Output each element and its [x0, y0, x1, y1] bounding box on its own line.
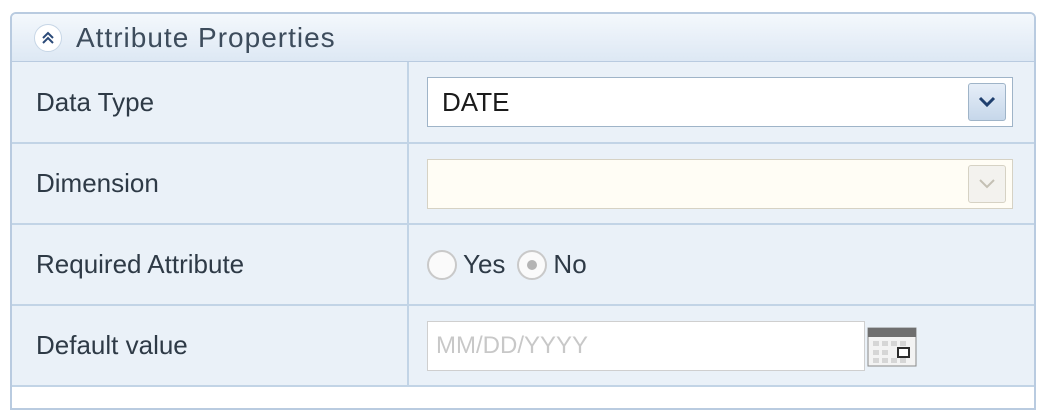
row-data-type: Data Type DATE: [12, 62, 1034, 144]
panel-header[interactable]: Attribute Properties: [12, 14, 1034, 62]
attribute-properties-panel: Attribute Properties Data Type DATE Dime…: [10, 12, 1036, 410]
row-dimension: Dimension: [12, 143, 1034, 225]
data-type-label: Data Type: [12, 62, 409, 144]
data-type-select[interactable]: DATE: [427, 77, 1013, 127]
radio-no[interactable]: [517, 249, 548, 280]
required-attribute-label: Required Attribute: [12, 224, 409, 306]
default-value-label: Default value: [12, 305, 409, 387]
chevron-down-icon[interactable]: [968, 83, 1006, 121]
required-attribute-radio-group: Yes No: [427, 249, 1033, 280]
dimension-label: Dimension: [12, 143, 409, 225]
radio-yes-label[interactable]: Yes: [463, 249, 505, 280]
data-type-value: DATE: [442, 86, 510, 117]
row-required-attribute: Required Attribute Yes No: [12, 224, 1034, 306]
panel-title: Attribute Properties: [76, 21, 336, 53]
properties-table: Data Type DATE Dimension Required Attrib…: [12, 62, 1034, 387]
row-default-value: Default value: [12, 305, 1034, 387]
default-value-input[interactable]: [427, 320, 865, 371]
chevron-down-icon[interactable]: [968, 164, 1006, 203]
double-chevron-up-icon[interactable]: [34, 23, 62, 52]
panel-footer: [12, 387, 1034, 407]
radio-no-label[interactable]: No: [553, 249, 586, 280]
dimension-select[interactable]: [427, 158, 1013, 209]
radio-yes[interactable]: [427, 249, 457, 280]
calendar-icon[interactable]: [867, 324, 919, 368]
